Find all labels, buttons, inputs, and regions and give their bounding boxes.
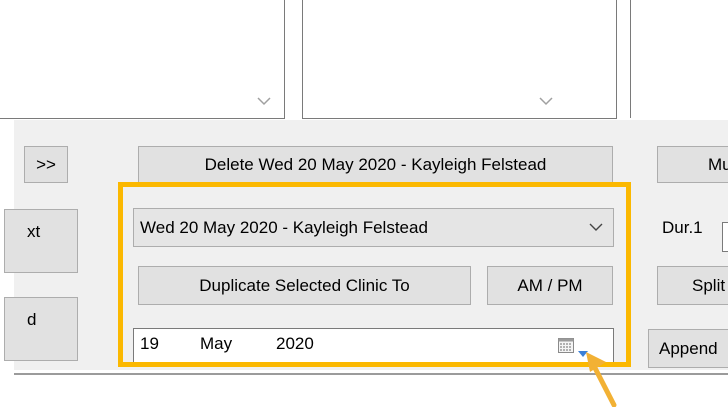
list-box-left[interactable] <box>0 0 285 119</box>
date-day[interactable]: 19 <box>140 334 159 354</box>
left-button-2[interactable]: d <box>4 297 78 361</box>
date-year[interactable]: 2020 <box>276 334 314 354</box>
duration-input[interactable] <box>722 222 728 252</box>
list-box-right-edge <box>630 0 631 118</box>
delete-clinic-button[interactable]: Delete Wed 20 May 2020 - Kayleigh Felste… <box>138 146 613 183</box>
duration-label: Dur.1 <box>662 218 703 237</box>
date-month[interactable]: May <box>200 334 232 354</box>
am-pm-button[interactable]: AM / PM <box>487 266 613 305</box>
list-box-middle[interactable] <box>302 0 617 119</box>
next-button[interactable]: xt <box>4 209 78 273</box>
multi-button[interactable]: Mu <box>657 146 728 183</box>
date-picker[interactable]: 19 May 2020 <box>133 328 614 363</box>
bottom-divider <box>14 373 728 375</box>
forward-button[interactable]: >> <box>24 146 68 183</box>
split-button[interactable]: Split <box>657 266 728 305</box>
duplicate-clinic-button[interactable]: Duplicate Selected Clinic To <box>138 266 471 305</box>
scroll-down-icon[interactable] <box>257 94 271 108</box>
scroll-down-icon[interactable] <box>539 94 553 108</box>
clinic-select-value: Wed 20 May 2020 - Kayleigh Felstead <box>140 217 428 237</box>
clinic-select[interactable]: Wed 20 May 2020 - Kayleigh Felstead <box>133 208 614 247</box>
append-button[interactable]: Append <box>648 329 728 368</box>
annotation-arrow-icon <box>586 352 617 407</box>
calendar-icon[interactable] <box>558 338 574 358</box>
chevron-down-icon[interactable] <box>589 217 603 237</box>
